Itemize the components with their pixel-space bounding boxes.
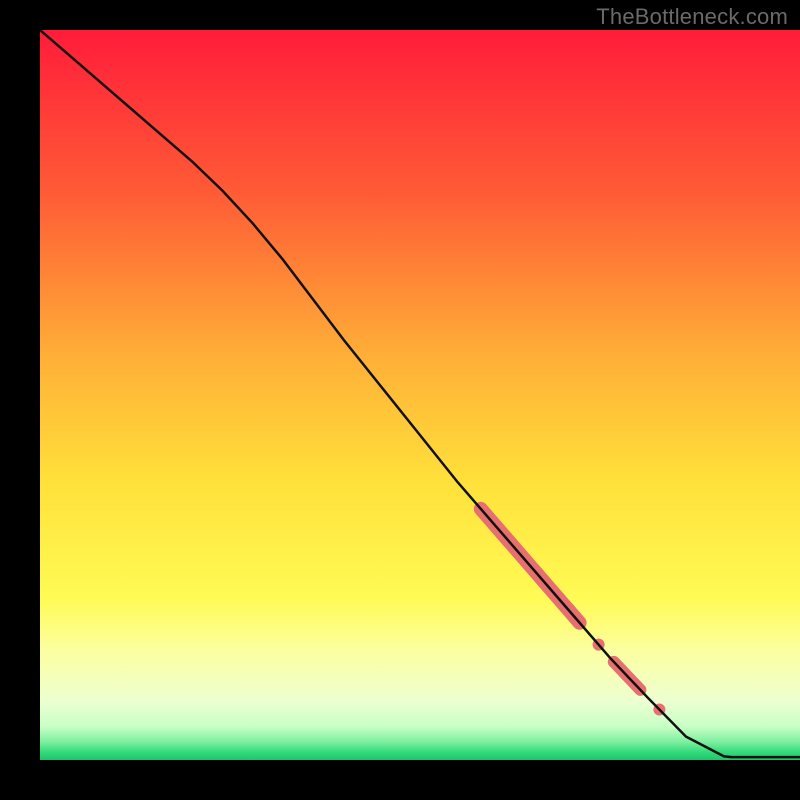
chart-svg bbox=[0, 0, 800, 800]
gradient-background bbox=[40, 30, 800, 760]
chart-frame: TheBottleneck.com bbox=[0, 0, 800, 800]
